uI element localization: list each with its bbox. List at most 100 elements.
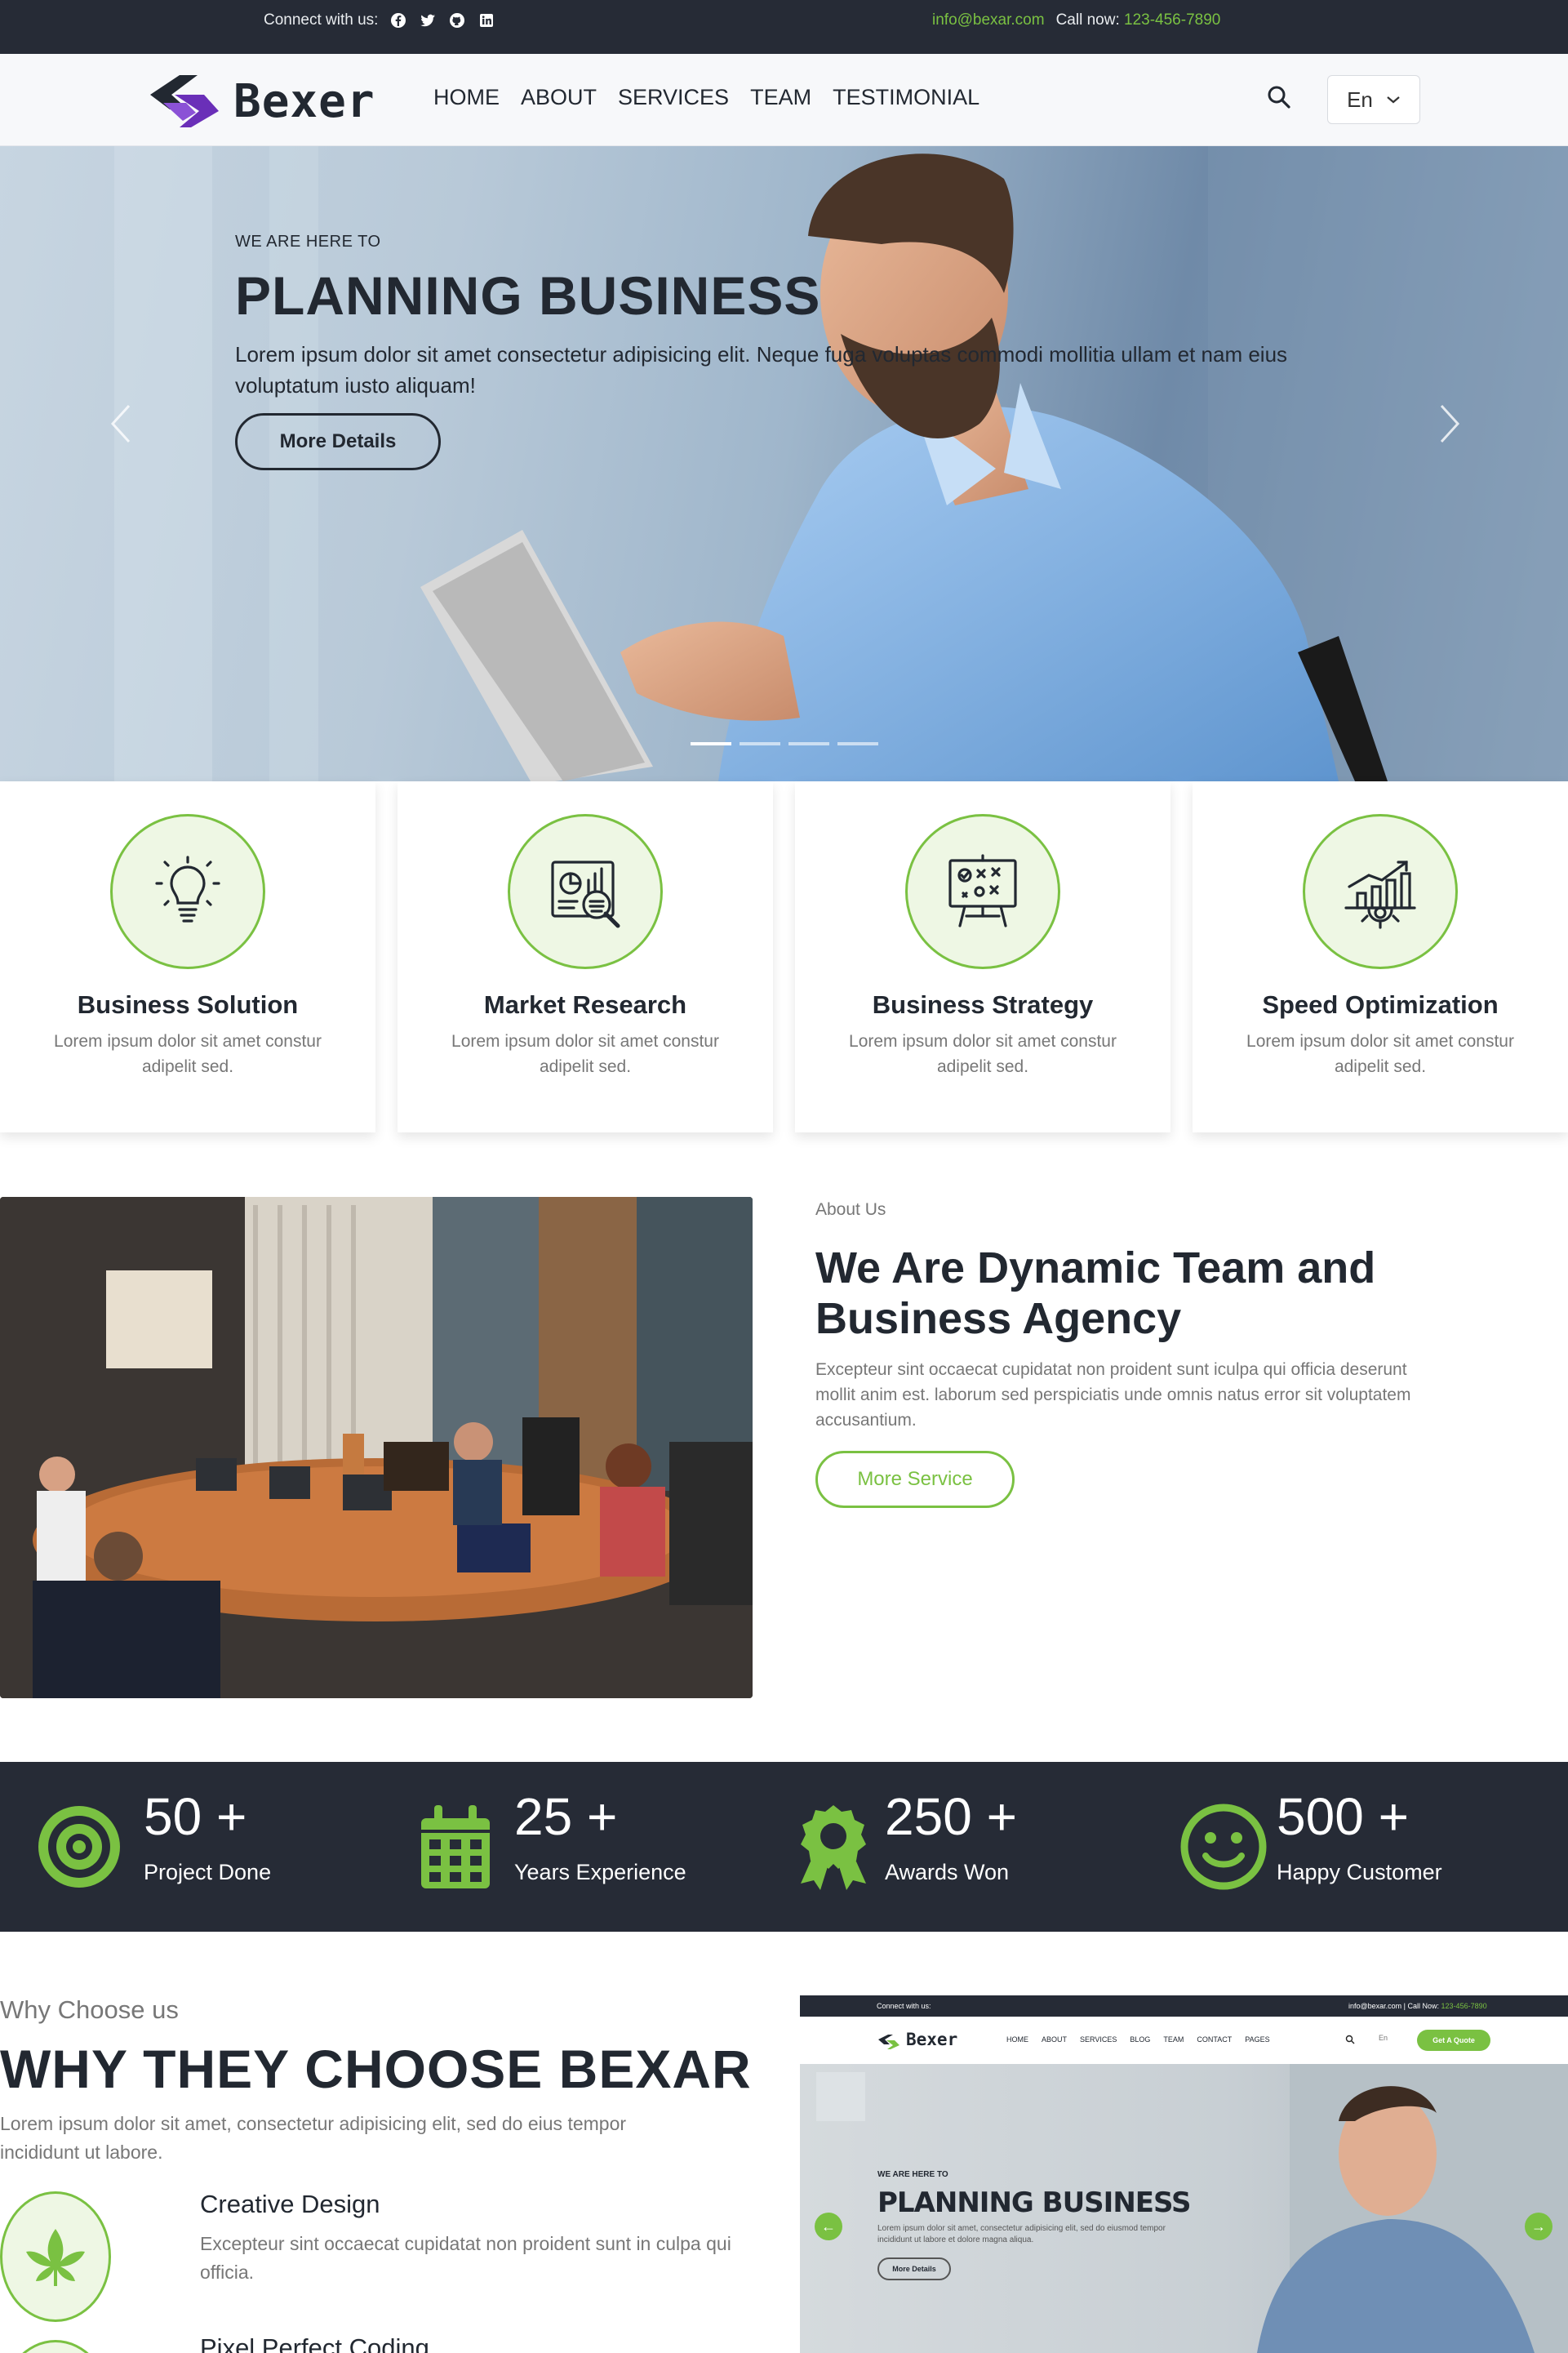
preview-logo-text: Bexer: [906, 2030, 958, 2049]
stat-item: 500 + Happy Customer: [1179, 1762, 1442, 1932]
preview-quote-button: Get A Quote: [1417, 2030, 1490, 2051]
linkedin-icon[interactable]: [478, 11, 495, 29]
strategy-board-icon: [905, 814, 1060, 969]
service-card[interactable]: Business Solution Lorem ipsum dolor sit …: [0, 781, 375, 1132]
preview-top-bar: Connect with us: info@bexar.com | Call N…: [800, 1995, 1568, 2017]
feature-title: Pixel Perfect Coding: [200, 2333, 429, 2353]
service-card[interactable]: Speed Optimization Lorem ipsum dolor sit…: [1193, 781, 1568, 1132]
social-connect: Connect with us:: [264, 11, 495, 29]
preview-nav-item: BLOG: [1130, 2035, 1151, 2044]
more-details-button[interactable]: More Details: [235, 413, 441, 470]
chevron-left-icon: [110, 404, 131, 443]
growth-chart-icon: [1303, 814, 1458, 969]
preview-hero-kicker: WE ARE HERE TO: [877, 2170, 948, 2179]
service-card[interactable]: Business Strategy Lorem ipsum dolor sit …: [795, 781, 1170, 1132]
twitter-icon[interactable]: [419, 11, 437, 29]
smile-icon: [1179, 1802, 1268, 1892]
slider-indicator[interactable]: [788, 742, 829, 745]
preview-call-label: Call Now:: [1407, 2002, 1440, 2010]
stat-label: Happy Customer: [1277, 1860, 1442, 1884]
slider-indicator[interactable]: [740, 742, 780, 745]
market-research-icon: [508, 814, 663, 969]
calendar-icon: [411, 1802, 500, 1892]
preview-hero-button: More Details: [877, 2257, 951, 2280]
preview-language: En: [1379, 2034, 1388, 2042]
preview-logo-icon: [878, 2035, 899, 2049]
call-now-text: Call now:: [1055, 11, 1120, 29]
preview-hero-text: Lorem ipsum dolor sit amet, consectetur …: [877, 2224, 1166, 2244]
service-desc: Lorem ipsum dolor sit amet constur adipe…: [1246, 1032, 1514, 1076]
hero-slider: WE ARE HERE TO PLANNING BUSINESS Lorem i…: [0, 146, 1568, 781]
stat-number: 25 +: [514, 1787, 618, 1846]
nav-services[interactable]: SERVICES: [618, 85, 729, 110]
code-icon: [0, 2340, 111, 2353]
feature-title: Creative Design: [200, 2190, 380, 2218]
stat-label: Project Done: [144, 1860, 272, 1884]
preview-nav-item: HOME: [1006, 2035, 1028, 2044]
connect-label: Connect with us:: [264, 11, 379, 29]
preview-connect-label: Connect with us:: [877, 2002, 931, 2010]
preview-nav-item: CONTACT: [1197, 2035, 1233, 2044]
nav-about[interactable]: ABOUT: [521, 85, 597, 110]
about-kicker: About Us: [815, 1200, 886, 1219]
github-icon[interactable]: [448, 11, 466, 29]
slider-indicator[interactable]: [691, 742, 731, 745]
preview-nav-item: PAGES: [1245, 2035, 1270, 2044]
preview-contact: info@bexar.com | Call Now: 123-456-7890: [1348, 2002, 1487, 2010]
stat-number: 500 +: [1277, 1787, 1409, 1846]
preview-search-icon: [1345, 2035, 1355, 2044]
stat-label: Years Experience: [514, 1860, 686, 1884]
service-desc: Lorem ipsum dolor sit amet constur adipe…: [849, 1032, 1117, 1076]
stat-label: Awards Won: [885, 1860, 1010, 1884]
chevron-right-icon: [1440, 404, 1460, 443]
chevron-down-icon: [1387, 96, 1400, 104]
service-title: Business Solution: [77, 990, 299, 1019]
about-team-photo: [0, 1197, 753, 1698]
phone-link[interactable]: 123-456-7890: [1124, 11, 1220, 29]
slider-prev-arrow[interactable]: [104, 399, 137, 448]
about-title: We Are Dynamic Team and Business Agency: [815, 1243, 1376, 1343]
service-card[interactable]: Market Research Lorem ipsum dolor sit am…: [398, 781, 773, 1132]
stat-number: 50 +: [144, 1787, 247, 1846]
award-icon: [788, 1802, 878, 1892]
preview-email: info@bexar.com: [1348, 2002, 1402, 2010]
stat-number: 250 +: [885, 1787, 1017, 1846]
stat-item: 50 + Project Done: [34, 1762, 271, 1932]
slider-indicator[interactable]: [837, 742, 878, 745]
why-text: Lorem ipsum dolor sit amet, consectetur …: [0, 2113, 627, 2163]
preview-nav-item: ABOUT: [1042, 2035, 1068, 2044]
language-value: En: [1347, 87, 1373, 112]
preview-arrow-left-icon: ←: [815, 2213, 842, 2240]
stats-bar: 50 + Project Done 25 + Years Experience …: [0, 1762, 1568, 1932]
contact-info: info@bexar.com Call now: 123-456-7890: [932, 11, 1220, 29]
preview-hero: WE ARE HERE TO PLANNING BUSINESS Lorem i…: [800, 2064, 1568, 2353]
preview-hero-title: PLANNING BUSINESS: [877, 2186, 1191, 2219]
why-kicker: Why Choose us: [0, 1995, 179, 2024]
service-desc: Lorem ipsum dolor sit amet constur adipe…: [451, 1032, 719, 1076]
top-bar: Connect with us: info@bexar.com Call now…: [0, 0, 1568, 54]
service-title: Market Research: [483, 990, 687, 1019]
language-select[interactable]: En: [1327, 75, 1420, 124]
email-link[interactable]: info@bexar.com: [932, 11, 1045, 29]
more-service-button[interactable]: More Service: [815, 1451, 1015, 1508]
template-preview: Connect with us: info@bexar.com | Call N…: [800, 1995, 1568, 2353]
slider-indicators: [691, 742, 878, 745]
logo-text: Bexer: [233, 74, 375, 128]
search-icon[interactable]: [1265, 83, 1293, 111]
service-title: Speed Optimization: [1262, 990, 1499, 1019]
preview-navbar: Bexer HOME ABOUT SERVICES BLOG TEAM CONT…: [800, 2017, 1568, 2064]
slider-next-arrow[interactable]: [1433, 399, 1466, 448]
about-text: Excepteur sint occaecat cupidatat non pr…: [815, 1360, 1411, 1430]
hero-title: PLANNING BUSINESS: [235, 265, 821, 326]
preview-nav-links: HOME ABOUT SERVICES BLOG TEAM CONTACT PA…: [1006, 2035, 1270, 2044]
brand-logo[interactable]: Bexer: [147, 70, 375, 132]
feature-text: Excepteur sint occaecat cupidatat non pr…: [200, 2233, 731, 2283]
nav-team[interactable]: TEAM: [750, 85, 811, 110]
lightbulb-icon: [110, 814, 265, 969]
nav-home[interactable]: HOME: [433, 85, 500, 110]
why-title: WHY THEY CHOOSE BEXAR: [0, 2039, 752, 2099]
preview-arrow-right-icon: →: [1525, 2213, 1552, 2240]
nav-testimonial[interactable]: TESTIMONIAL: [833, 85, 979, 110]
facebook-icon[interactable]: [389, 11, 407, 29]
hero-text: Lorem ipsum dolor sit amet consectetur a…: [235, 342, 1288, 398]
